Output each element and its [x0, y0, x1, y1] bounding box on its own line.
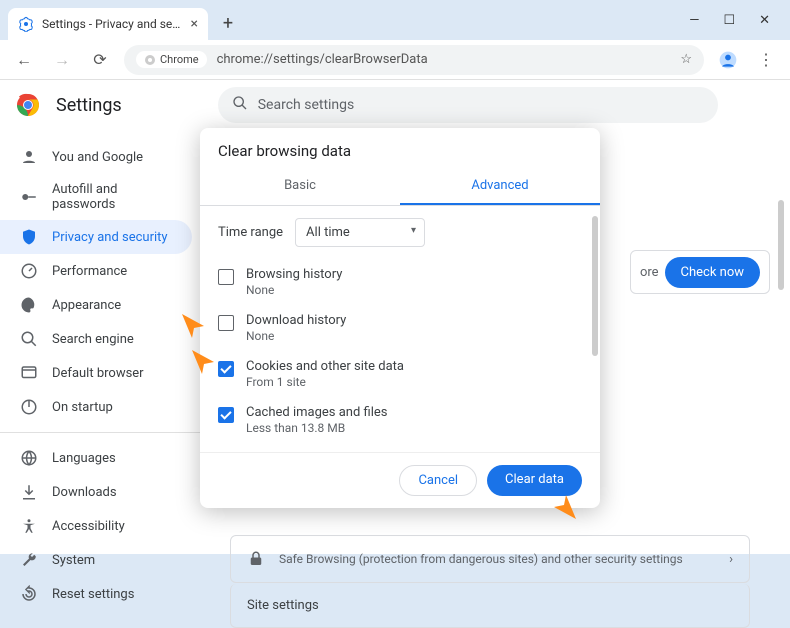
- checkbox[interactable]: [218, 407, 234, 423]
- checkbox[interactable]: [218, 315, 234, 331]
- chrome-chip: Chrome: [136, 51, 207, 68]
- annotation-arrow-icon: [180, 312, 210, 342]
- settings-sidebar: You and Google Autofill and passwords Pr…: [0, 136, 200, 615]
- lock-icon: [247, 550, 265, 568]
- reset-icon: [20, 585, 38, 603]
- checkbox[interactable]: [218, 361, 234, 377]
- gauge-icon: [20, 262, 38, 280]
- annotation-arrow-icon: [190, 348, 220, 378]
- safety-check-card: ore Check now: [630, 250, 770, 294]
- sidebar-item-startup[interactable]: On startup: [0, 390, 192, 424]
- time-range-label: Time range: [218, 225, 283, 240]
- star-icon[interactable]: ☆: [680, 52, 692, 67]
- window-titlebar: Settings - Privacy and security × + — ☐ …: [0, 0, 790, 40]
- maximize-button[interactable]: ☐: [723, 13, 735, 28]
- option-download-history[interactable]: Download historyNone: [218, 305, 582, 351]
- site-settings-row[interactable]: Site settings: [230, 584, 750, 628]
- checkbox[interactable]: [218, 269, 234, 285]
- browser-tab[interactable]: Settings - Privacy and security ×: [8, 8, 208, 40]
- globe-icon: [20, 449, 38, 467]
- new-tab-button[interactable]: +: [214, 9, 242, 37]
- search-icon: [232, 95, 248, 115]
- dialog-footer: Cancel Clear data: [200, 452, 600, 508]
- browser-icon: [20, 364, 38, 382]
- sidebar-item-search-engine[interactable]: Search engine: [0, 322, 192, 356]
- cancel-button[interactable]: Cancel: [399, 465, 477, 496]
- address-bar[interactable]: Chrome chrome://settings/clearBrowserDat…: [124, 45, 704, 75]
- shield-icon: [20, 228, 38, 246]
- forward-button[interactable]: →: [48, 46, 76, 74]
- search-icon: [20, 330, 38, 348]
- sidebar-item-system[interactable]: System: [0, 543, 192, 577]
- download-icon: [20, 483, 38, 501]
- sidebar-item-languages[interactable]: Languages: [0, 441, 192, 475]
- profile-button[interactable]: [714, 46, 742, 74]
- tab-advanced[interactable]: Advanced: [400, 168, 600, 205]
- tab-title: Settings - Privacy and security: [42, 17, 183, 31]
- sidebar-item-reset[interactable]: Reset settings: [0, 577, 192, 611]
- sidebar-item-downloads[interactable]: Downloads: [0, 475, 192, 509]
- close-window-button[interactable]: ✕: [759, 13, 770, 28]
- palette-icon: [20, 296, 38, 314]
- browser-toolbar: ← → ⟳ Chrome chrome://settings/clearBrow…: [0, 40, 790, 80]
- annotation-arrow-icon: [548, 491, 578, 521]
- page-scrollbar[interactable]: [778, 200, 784, 290]
- dialog-title: Clear browsing data: [200, 128, 600, 168]
- option-cookies[interactable]: Cookies and other site dataFrom 1 site: [218, 351, 582, 397]
- close-tab-icon[interactable]: ×: [191, 16, 198, 32]
- sidebar-item-you-google[interactable]: You and Google: [0, 140, 192, 174]
- safe-browsing-row[interactable]: Safe Browsing (protection from dangerous…: [230, 535, 750, 583]
- dialog-scrollbar[interactable]: [592, 216, 598, 356]
- sidebar-item-autofill[interactable]: Autofill and passwords: [0, 174, 192, 220]
- sidebar-item-performance[interactable]: Performance: [0, 254, 192, 288]
- page-title: Settings: [56, 95, 122, 116]
- sidebar-item-accessibility[interactable]: Accessibility: [0, 509, 192, 543]
- option-passwords[interactable]: Passwords and other sign-in dataNone: [218, 443, 582, 452]
- clear-browsing-data-dialog: Clear browsing data Basic Advanced Time …: [200, 128, 600, 508]
- ore-fragment: ore: [640, 265, 659, 280]
- search-settings-input[interactable]: Search settings: [218, 87, 718, 123]
- dialog-tabs: Basic Advanced: [200, 168, 600, 206]
- back-button[interactable]: ←: [10, 46, 38, 74]
- power-icon: [20, 398, 38, 416]
- option-browsing-history[interactable]: Browsing historyNone: [218, 259, 582, 305]
- url-text: chrome://settings/clearBrowserData: [217, 52, 428, 67]
- reload-button[interactable]: ⟳: [86, 46, 114, 74]
- accessibility-icon: [20, 517, 38, 535]
- chrome-logo-icon: [16, 93, 40, 117]
- time-range-select[interactable]: All time: [295, 218, 425, 247]
- sidebar-item-appearance[interactable]: Appearance: [0, 288, 192, 322]
- tab-basic[interactable]: Basic: [200, 168, 400, 205]
- option-cached[interactable]: Cached images and filesLess than 13.8 MB: [218, 397, 582, 443]
- dialog-body: Time range All time Browsing historyNone…: [200, 206, 600, 452]
- minimize-button[interactable]: —: [689, 13, 699, 28]
- settings-icon: [18, 16, 34, 32]
- check-now-button[interactable]: Check now: [665, 257, 761, 288]
- sidebar-item-privacy[interactable]: Privacy and security: [0, 220, 192, 254]
- menu-button[interactable]: ⋮: [752, 46, 780, 74]
- key-icon: [20, 188, 38, 206]
- settings-header: Settings Search settings: [0, 80, 790, 130]
- sidebar-item-default-browser[interactable]: Default browser: [0, 356, 192, 390]
- person-icon: [20, 148, 38, 166]
